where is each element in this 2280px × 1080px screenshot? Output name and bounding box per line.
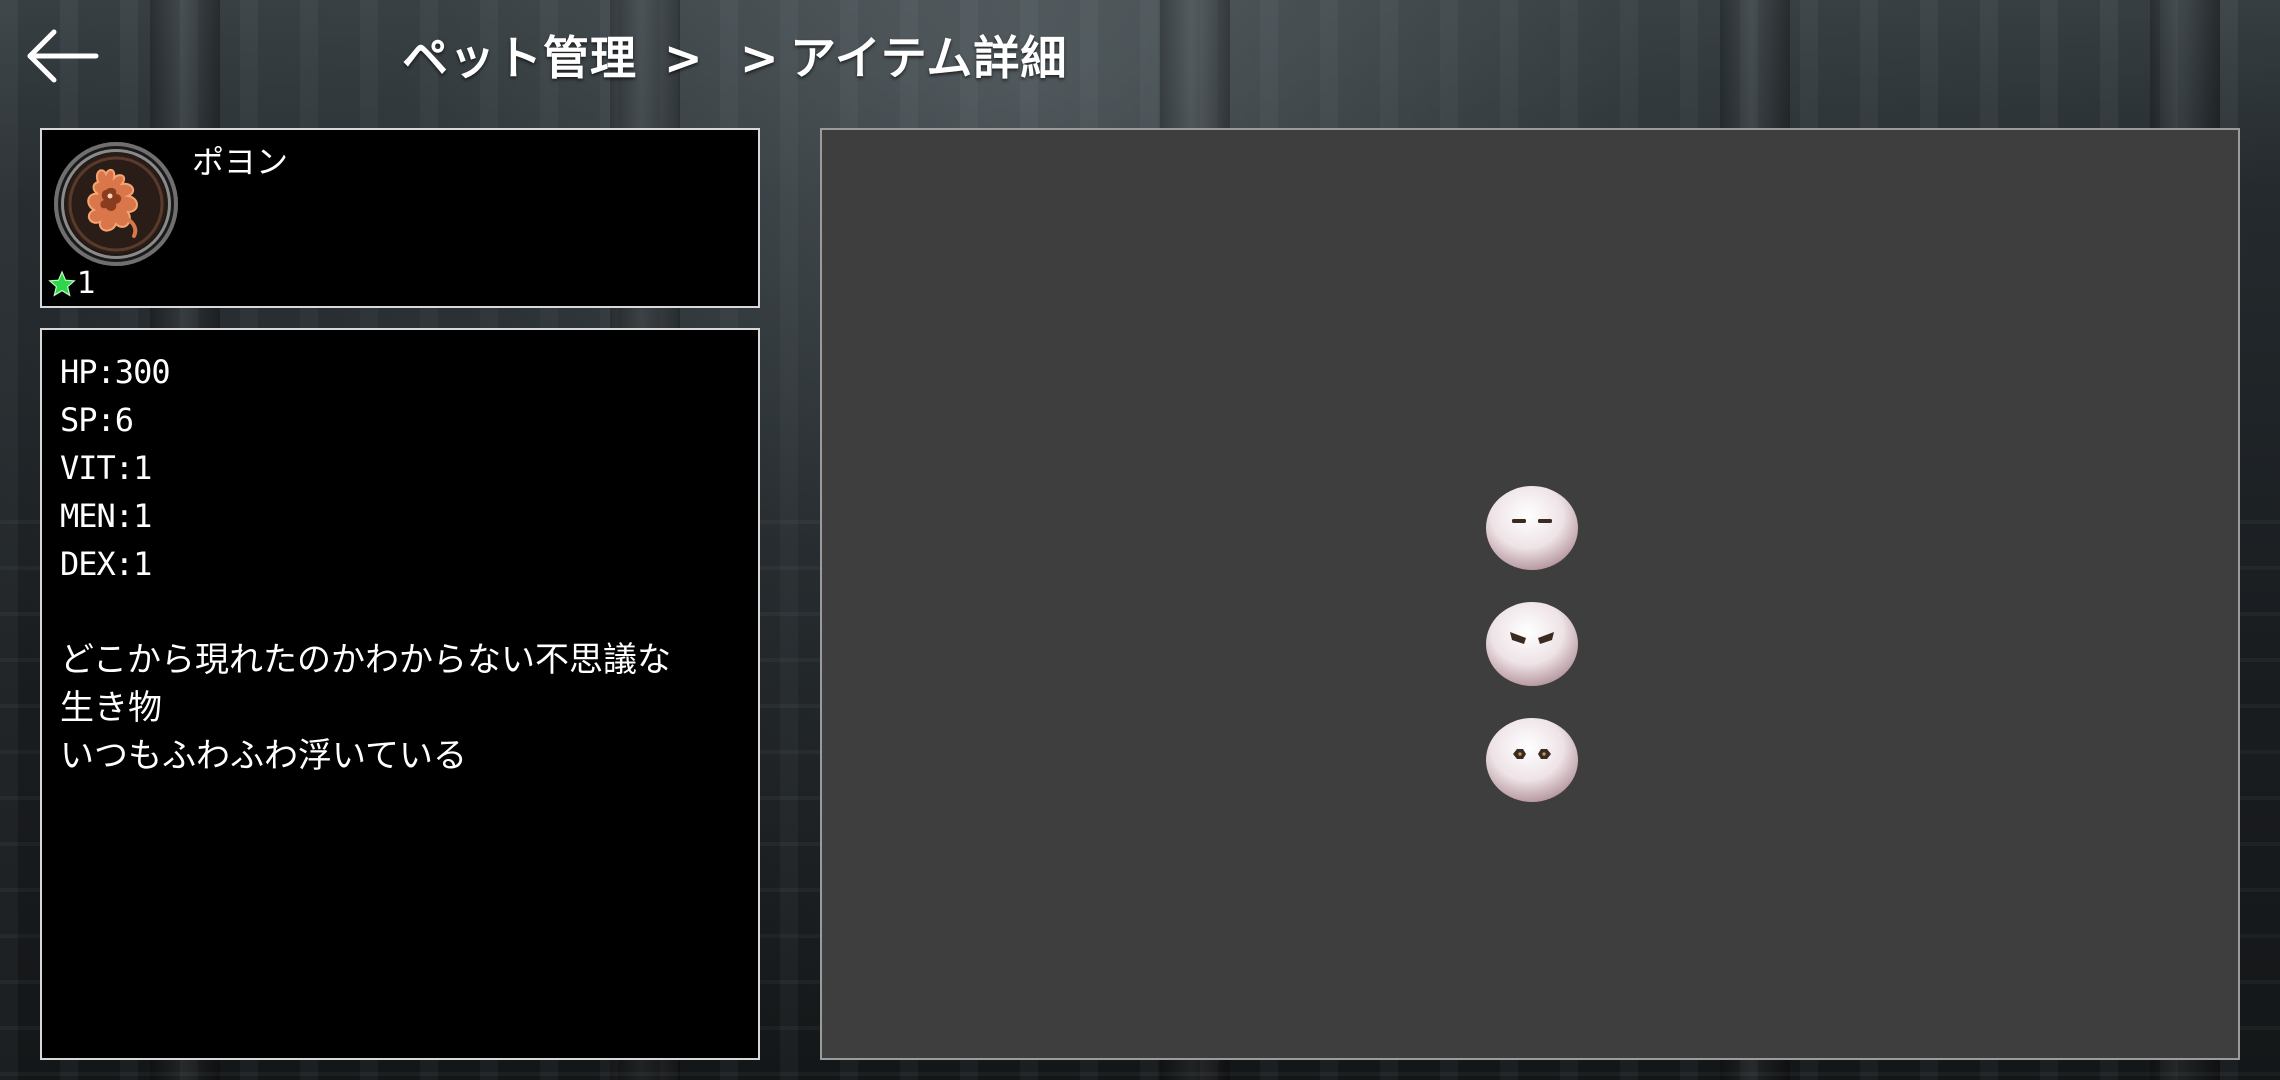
pet-card: ポヨン 1	[40, 128, 760, 308]
description-line: いつもふわふわ浮いている	[60, 736, 467, 776]
game-screen: ペット管理 > > アイテム詳細 ポヨン 1 HP:300 SP:6 VIT:1…	[0, 0, 2280, 1080]
fox-emblem-icon	[66, 154, 166, 254]
breadcrumb-pet-management[interactable]: ペット管理	[402, 28, 637, 88]
page-title: アイテム詳細	[790, 31, 1068, 85]
breadcrumb-separator: >	[664, 31, 704, 85]
pet-sprite-surprised	[1482, 714, 1582, 804]
stat-hp: HP:300	[60, 353, 171, 391]
pet-sprite-sleepy	[1482, 482, 1582, 572]
back-button[interactable]	[24, 28, 100, 84]
pet-preview-panel	[820, 128, 2240, 1060]
pet-detail-panel: HP:300 SP:6 VIT:1 MEN:1 DEX:1 どこから現れたのかわ…	[40, 328, 760, 1060]
description-line: 生き物	[60, 688, 162, 728]
pet-avatar	[54, 142, 178, 266]
pet-sprite-angry	[1482, 598, 1582, 688]
rank-value: 1	[77, 266, 97, 301]
stat-men: MEN:1	[60, 497, 152, 535]
pet-name: ポヨン	[192, 143, 289, 181]
star-icon	[48, 270, 76, 297]
stat-sp: SP:6	[60, 401, 134, 439]
description-line: どこから現れたのかわからない不思議な	[60, 640, 671, 680]
stat-dex: DEX:1	[60, 545, 152, 583]
stat-vit: VIT:1	[60, 449, 152, 487]
breadcrumb-separator: >	[740, 31, 780, 85]
arrow-left-icon	[27, 29, 99, 83]
pet-rank: 1	[48, 266, 96, 302]
